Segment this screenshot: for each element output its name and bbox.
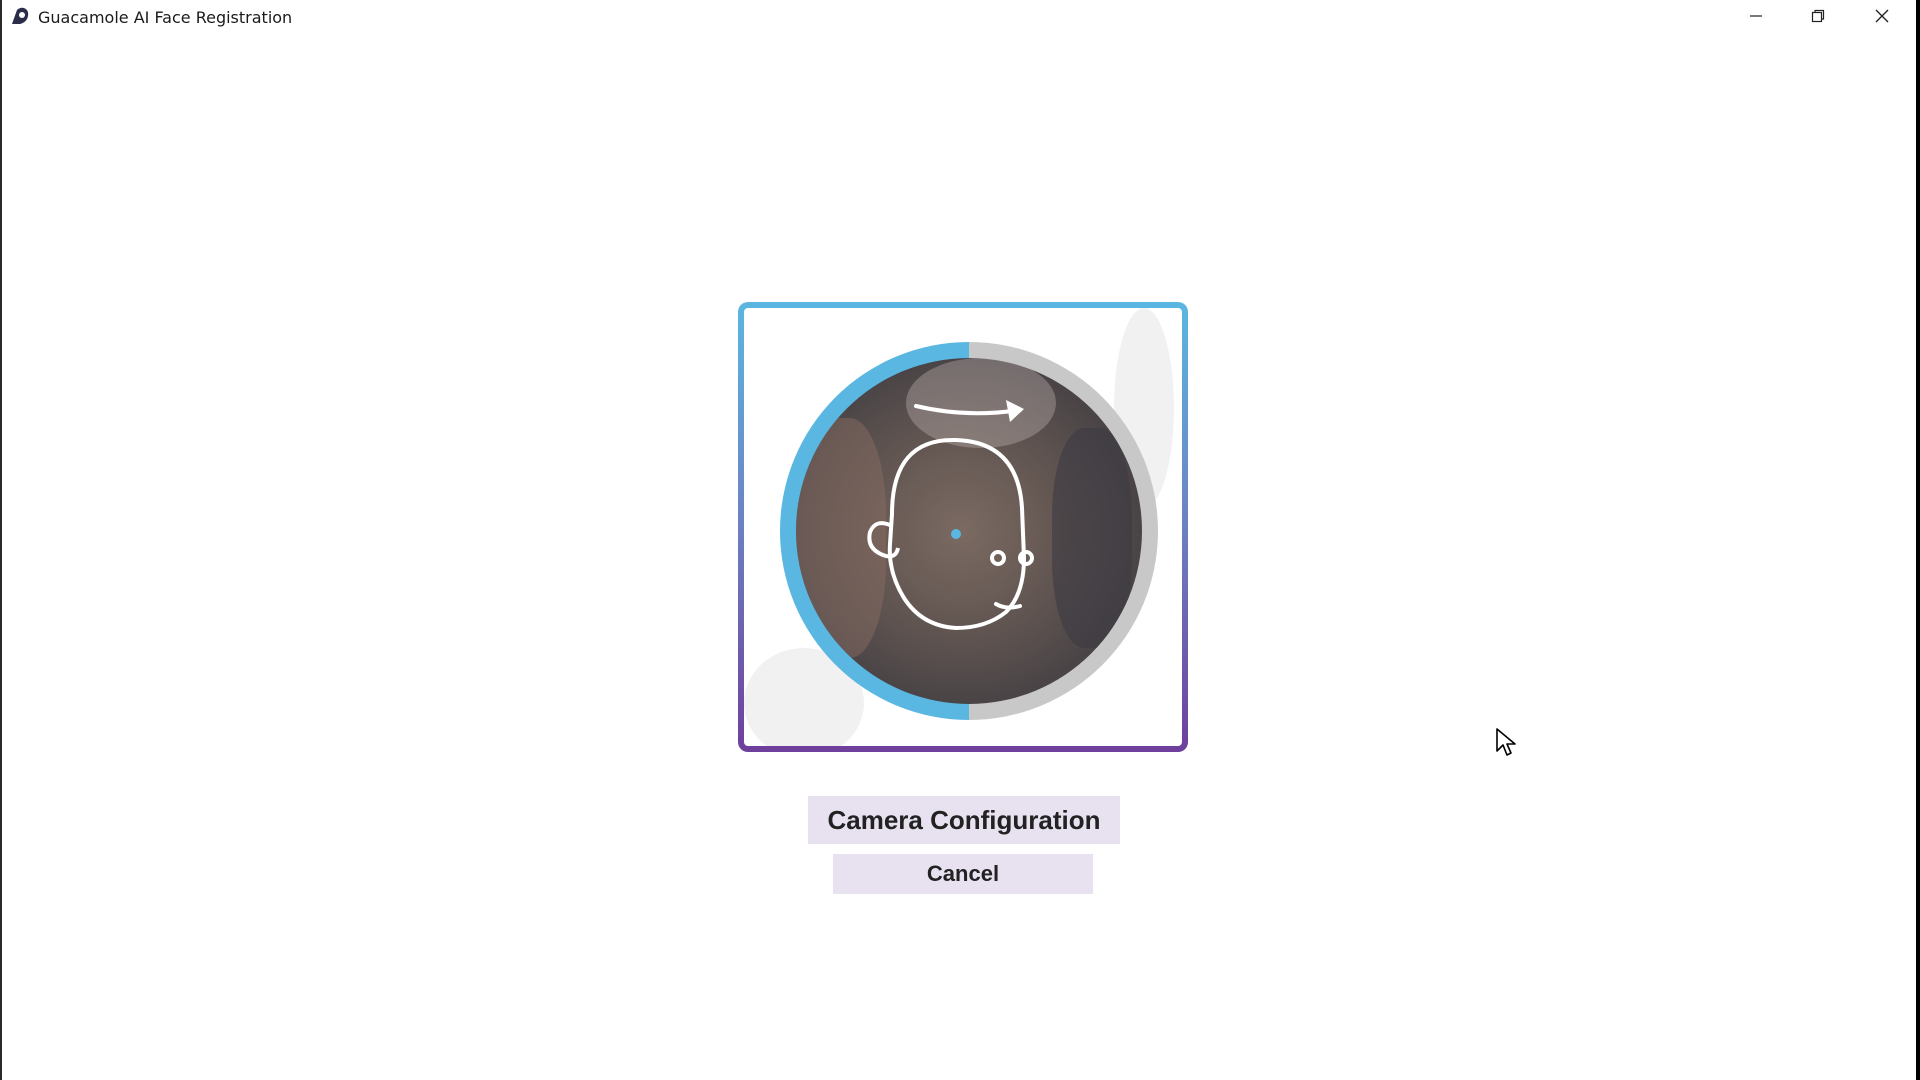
face-capture-frame	[738, 302, 1188, 752]
title-bar[interactable]: Guacamole AI Face Registration	[2, 0, 1916, 34]
close-icon	[1875, 9, 1889, 23]
cancel-button[interactable]: Cancel	[833, 854, 1093, 894]
minimize-icon	[1749, 9, 1763, 23]
close-button[interactable]	[1851, 0, 1913, 32]
app-window: Guacamole AI Face Registration Camera Co…	[0, 0, 1916, 1080]
guacamole-logo-icon	[9, 6, 31, 26]
restore-icon	[1811, 9, 1825, 23]
restore-button[interactable]	[1787, 0, 1849, 32]
minimize-button[interactable]	[1725, 0, 1787, 32]
face-turn-right-guide-icon	[796, 358, 1142, 704]
camera-configuration-button[interactable]: Camera Configuration	[808, 796, 1120, 844]
window-title: Guacamole AI Face Registration	[38, 8, 293, 27]
mouse-pointer-icon	[1495, 727, 1517, 759]
